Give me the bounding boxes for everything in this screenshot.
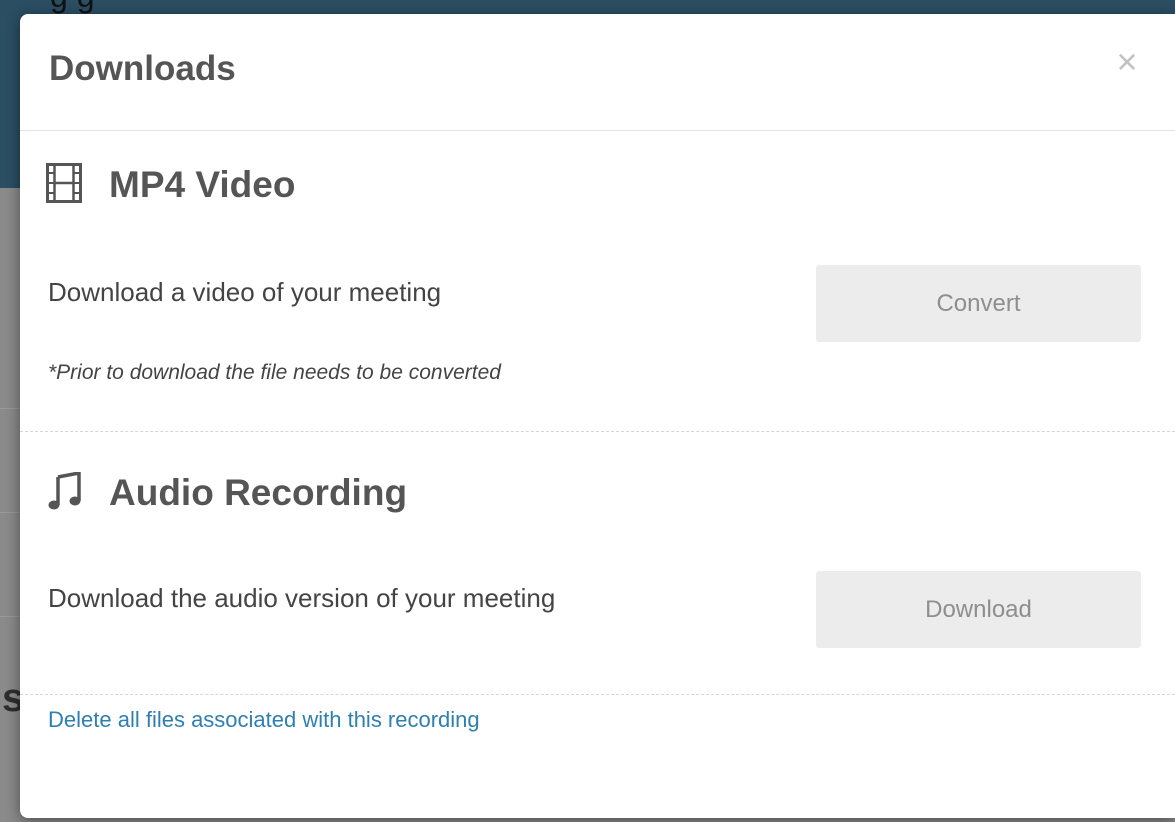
audio-description: Download the audio version of your meeti… [48,583,556,613]
close-button[interactable]: × [1110,42,1144,82]
convert-button[interactable]: Convert [816,265,1141,342]
background-partial-text [0,806,6,822]
modal-title: Downloads [49,49,236,88]
background-partial-text: g g [50,0,94,15]
modal-header: Downloads × [20,14,1175,131]
section-title-audio-recording: Audio Recording [109,472,408,513]
section-title-mp4-video: MP4 Video [109,164,296,205]
section-divider [20,694,1175,695]
music-note-icon [48,470,82,517]
delete-all-files-link[interactable]: Delete all files associated with this re… [48,707,480,733]
downloads-modal: Downloads × MP4 Video Download a video o… [20,14,1175,818]
section-divider [20,431,1175,432]
mp4-description: Download a video of your meeting [48,277,442,307]
film-icon [46,163,82,208]
mp4-conversion-note: *Prior to download the file needs to be … [48,361,501,384]
download-button[interactable]: Download [816,571,1141,648]
